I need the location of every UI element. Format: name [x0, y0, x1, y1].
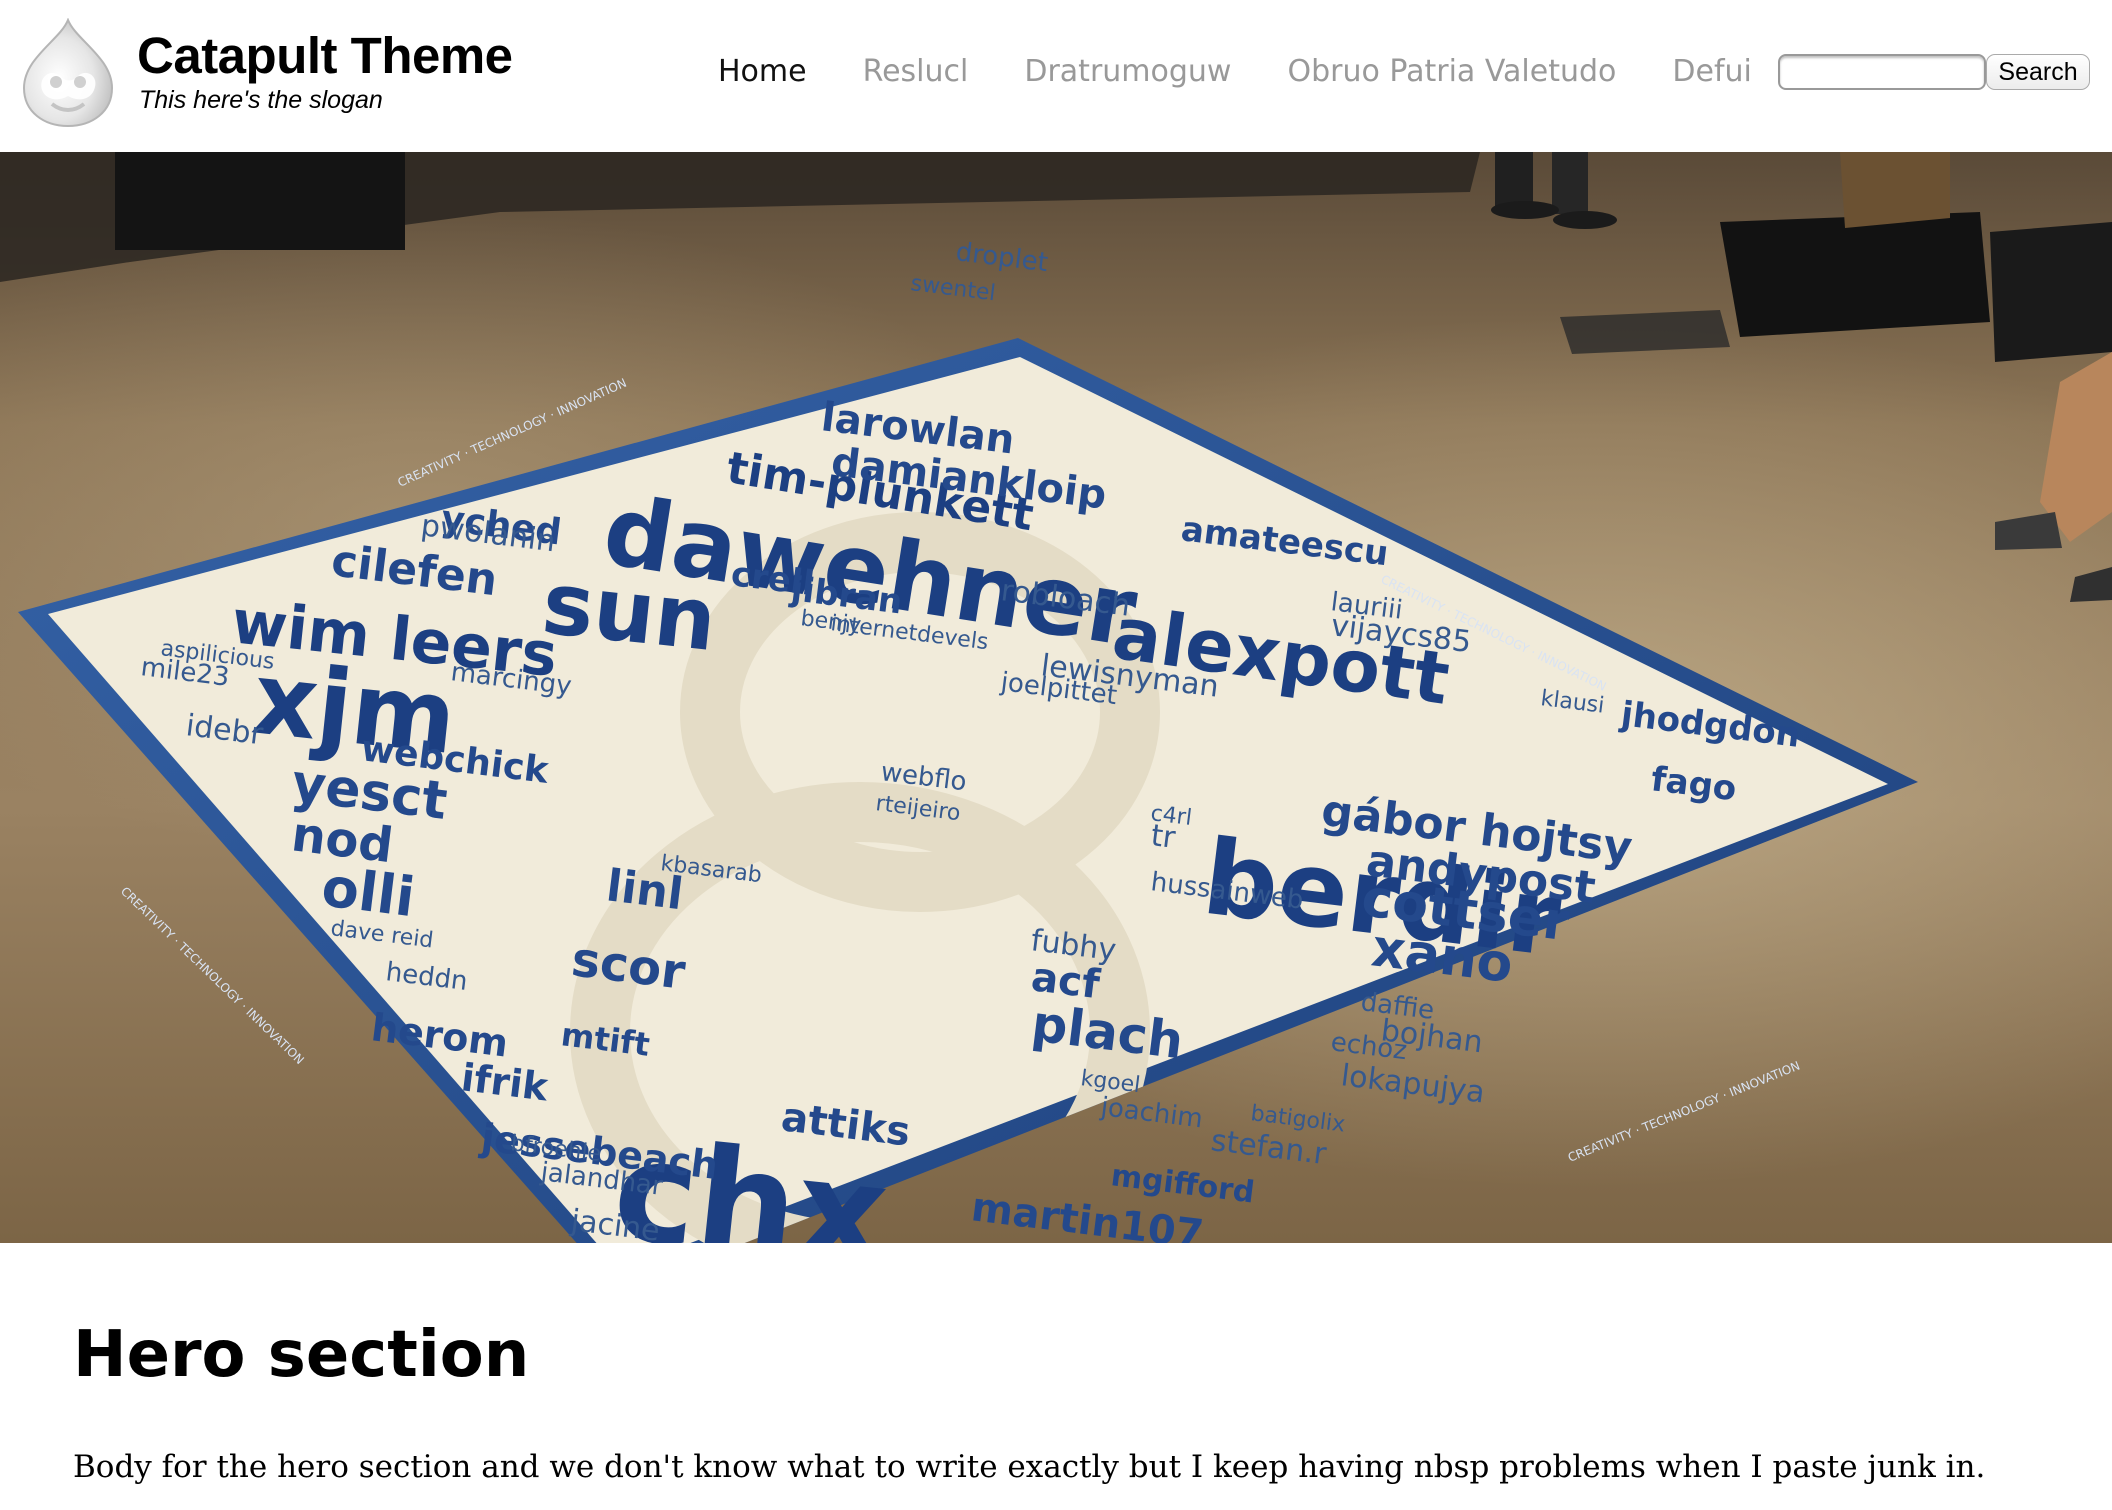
nav-item-home[interactable]: Home [718, 54, 807, 89]
site-header: Catapult Theme This here's the slogan Ho… [0, 0, 2112, 152]
site-slogan: This here's the slogan [139, 86, 383, 114]
cardboard-box [1840, 152, 1950, 228]
floor-mat [1560, 310, 1730, 354]
site-logo[interactable] [20, 17, 116, 128]
word-small: c4rl [1149, 801, 1193, 831]
nav-item-obruo-patria-valetudo[interactable]: Obruo Patria Valetudo [1287, 54, 1616, 89]
nav-item-dratrumoguw[interactable]: Dratrumoguw [1024, 54, 1231, 89]
black-box-left [115, 152, 405, 250]
search-input[interactable] [1778, 54, 1986, 90]
site-name[interactable]: Catapult Theme [137, 26, 513, 85]
word-large: sun [538, 553, 721, 671]
leg-left [1495, 152, 1533, 206]
hero-image: CREATIVITY · TECHNOLOGY · INNOVATION CRE… [0, 152, 2112, 1243]
hero-title: Hero section [73, 1318, 530, 1392]
hero-body: Body for the hero section and we don't k… [73, 1449, 1986, 1485]
main-nav: Home Reslucl Dratrumoguw Obruo Patria Va… [718, 54, 1808, 89]
black-crate-right [1720, 212, 1990, 337]
drupal-drop-icon [22, 17, 114, 128]
search-button[interactable]: Search [1986, 54, 2090, 90]
nav-item-defui[interactable]: Defui [1672, 54, 1751, 89]
black-crate-far-right [1990, 222, 2112, 362]
shoe-left [1491, 201, 1559, 219]
shoe-middle [1553, 211, 1617, 229]
leg-middle [1552, 152, 1588, 214]
hero-photo: CREATIVITY · TECHNOLOGY · INNOVATION CRE… [0, 152, 2112, 1243]
nav-item-reslucl[interactable]: Reslucl [863, 54, 969, 89]
